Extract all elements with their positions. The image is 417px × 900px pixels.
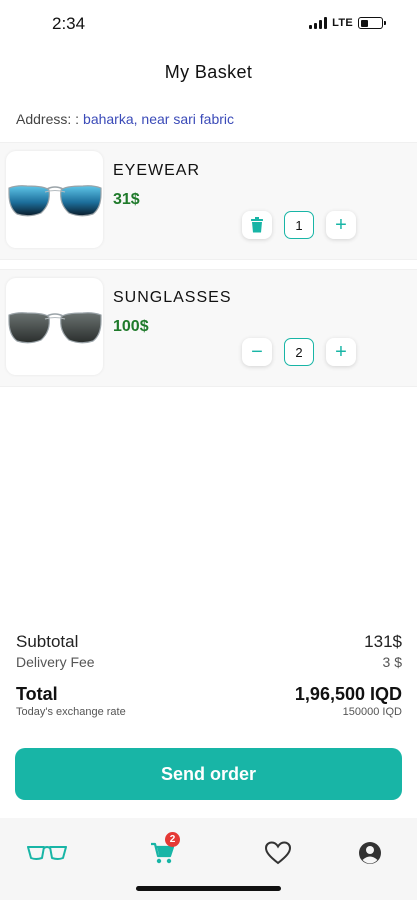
- status-time: 2:34: [52, 14, 86, 33]
- exchange-rate-row: Today's exchange rate 150000 IQD: [16, 706, 402, 720]
- product-name: SUNGLASSES: [113, 289, 232, 306]
- quantity-stepper: − 2 +: [242, 338, 356, 366]
- subtotal-value: 131$: [364, 632, 402, 651]
- network-label: LTE: [332, 17, 353, 29]
- delete-button[interactable]: [242, 211, 272, 239]
- quantity-value: 2: [284, 338, 314, 366]
- tab-favorites[interactable]: [258, 838, 298, 868]
- delivery-address[interactable]: Address: : baharka, near sari fabric: [16, 111, 234, 127]
- glasses-image-icon: [7, 311, 102, 343]
- cart-item[interactable]: SUNGLASSES 100$ − 2 +: [0, 269, 417, 387]
- send-order-button[interactable]: Send order: [15, 748, 402, 800]
- subtotal-label: Subtotal: [16, 632, 79, 651]
- delivery-fee-value: 3 $: [382, 654, 402, 670]
- cart-badge: 2: [165, 832, 180, 847]
- product-image[interactable]: [6, 151, 103, 248]
- cart-list: EYEWEAR 31$ 1 + SUNGLASSES 100$ − 2 +: [0, 142, 417, 396]
- home-indicator[interactable]: [136, 886, 281, 891]
- product-price: 31$: [113, 191, 140, 208]
- page-title: My Basket: [164, 62, 253, 82]
- profile-icon: [359, 842, 381, 864]
- status-indicators: LTE: [309, 17, 386, 29]
- battery-icon: [358, 17, 386, 29]
- cart-item[interactable]: EYEWEAR 31$ 1 +: [0, 142, 417, 260]
- address-value[interactable]: baharka, near sari fabric: [83, 111, 234, 127]
- total-value: 1,96,500 IQD: [294, 684, 402, 704]
- product-name: EYEWEAR: [113, 162, 201, 179]
- tab-cart[interactable]: 2: [142, 832, 182, 868]
- glasses-image-icon: [7, 184, 102, 216]
- trash-icon: [251, 217, 263, 233]
- heart-icon: [265, 841, 291, 865]
- status-bar: 2:34 LTE: [0, 0, 417, 50]
- decrease-quantity-button[interactable]: −: [242, 338, 272, 366]
- address-label: Address: :: [16, 111, 80, 127]
- quantity-value: 1: [284, 211, 314, 239]
- delivery-fee-row: Delivery Fee 3 $: [16, 654, 402, 678]
- signal-icon: [309, 17, 328, 29]
- total-row: Total 1,96,500 IQD: [16, 684, 402, 706]
- exchange-rate-value: 150000 IQD: [342, 706, 402, 718]
- product-price: 100$: [113, 318, 149, 335]
- delivery-fee-label: Delivery Fee: [16, 654, 95, 670]
- increase-quantity-button[interactable]: +: [326, 338, 356, 366]
- increase-quantity-button[interactable]: +: [326, 211, 356, 239]
- product-image[interactable]: [6, 278, 103, 375]
- order-summary: Subtotal 131$ Delivery Fee 3 $ Total 1,9…: [16, 632, 402, 720]
- glasses-icon: [27, 846, 67, 860]
- exchange-rate-label: Today's exchange rate: [16, 706, 126, 718]
- subtotal-row: Subtotal 131$: [16, 632, 402, 654]
- tab-glasses[interactable]: [27, 838, 67, 868]
- total-label: Total: [16, 684, 58, 704]
- quantity-stepper: 1 +: [242, 211, 356, 239]
- tab-profile[interactable]: [350, 838, 390, 868]
